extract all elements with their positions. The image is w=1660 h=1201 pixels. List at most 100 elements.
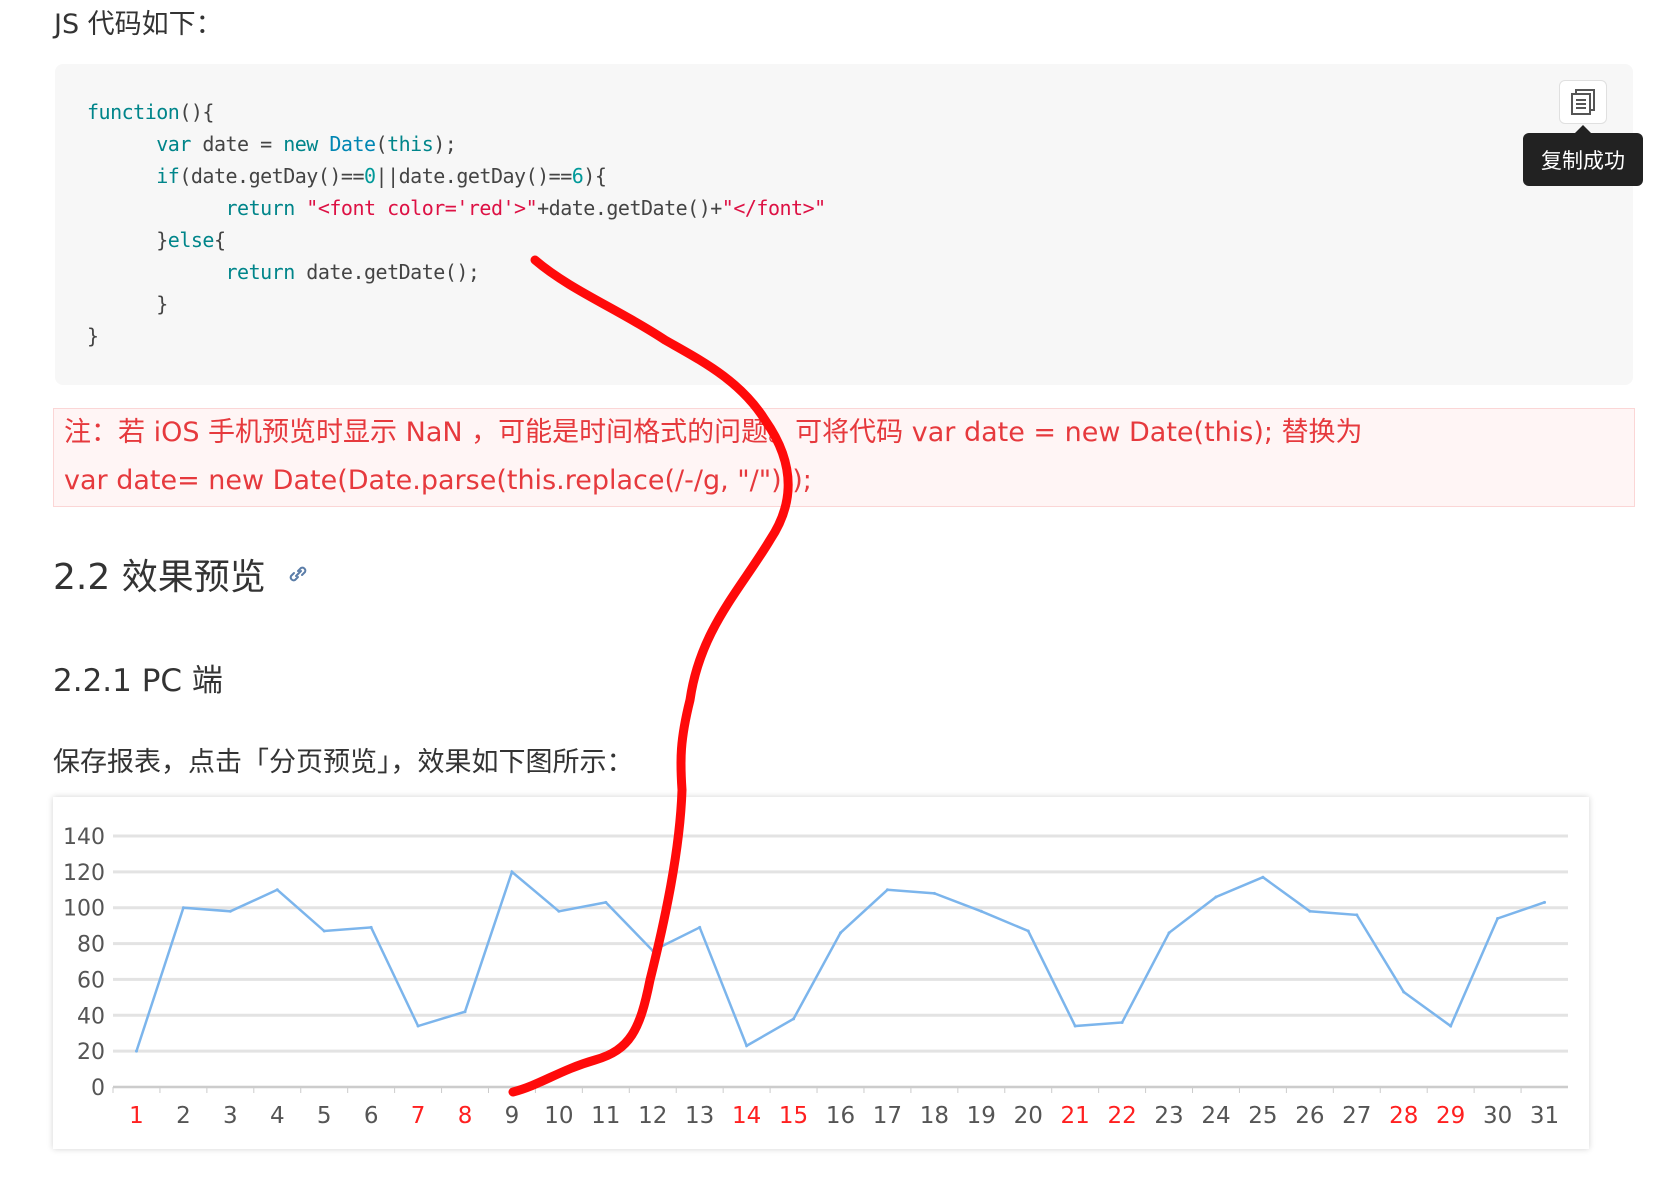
data-point	[1449, 1024, 1453, 1028]
x-tick-label: 13	[685, 1103, 714, 1129]
x-tick-label: 27	[1342, 1103, 1371, 1129]
x-tick-label: 28	[1389, 1103, 1418, 1129]
data-point	[322, 929, 326, 933]
note-line-2: var date= new Date(Date.parse(this.repla…	[64, 465, 812, 496]
anchor-link-icon[interactable]	[286, 562, 310, 586]
x-tick-label: 22	[1107, 1103, 1136, 1129]
code-token: +date.getDate()+	[537, 196, 722, 220]
x-tick-label: 24	[1201, 1103, 1230, 1129]
code-token: return	[225, 196, 296, 220]
section-heading: 2.2 效果预览	[53, 548, 310, 600]
x-tick-label: 2	[176, 1103, 191, 1129]
code-token: this	[387, 132, 434, 156]
x-tick-label: 23	[1154, 1103, 1183, 1129]
code-line: if(date.getDay()==0||date.getDay()==6){	[87, 160, 826, 192]
data-point	[1167, 931, 1171, 935]
section-intro-text: JS 代码如下：	[54, 9, 223, 40]
data-point	[1402, 990, 1406, 994]
y-tick-label: 100	[63, 897, 105, 922]
x-tick-label: 29	[1436, 1103, 1465, 1129]
code-content: function(){ var date = new Date(this); i…	[87, 96, 826, 352]
x-tick-label: 21	[1061, 1103, 1090, 1129]
code-token: 6	[571, 164, 584, 188]
x-tick-label: 10	[544, 1103, 573, 1129]
code-line: }	[87, 288, 826, 320]
code-token: (date.getDay()==	[179, 164, 364, 188]
x-tick-label: 5	[317, 1103, 332, 1129]
x-tick-label: 1	[129, 1103, 144, 1129]
copy-button[interactable]	[1559, 80, 1607, 124]
data-point	[1026, 929, 1030, 933]
data-point	[275, 888, 279, 892]
code-line: }	[87, 320, 826, 352]
data-point	[932, 891, 936, 895]
data-point	[1543, 900, 1547, 904]
y-tick-label: 120	[63, 861, 105, 886]
chart-canvas: 0204060801001201401 2 3 4 5 6 7 8 9 10 11 12 13 14 15 1…	[63, 825, 1568, 1129]
x-tick-label: 20	[1014, 1103, 1043, 1129]
code-token: Date	[329, 132, 376, 156]
y-tick-label: 0	[91, 1076, 105, 1101]
x-tick-label: 8	[458, 1103, 473, 1129]
data-point	[1355, 913, 1359, 917]
code-line: return "<font color='red'>"+date.getDate…	[87, 192, 827, 224]
copy-success-tooltip: 复制成功	[1523, 125, 1643, 186]
code-token: }	[87, 324, 99, 348]
code-token: var	[156, 132, 191, 156]
data-point	[463, 1010, 467, 1014]
data-point	[885, 888, 889, 892]
data-point	[604, 900, 608, 904]
x-tick-label: 31	[1530, 1103, 1559, 1129]
x-tick-label: 14	[732, 1103, 761, 1129]
code-token: 0	[364, 164, 376, 188]
code-token: ){	[583, 164, 607, 188]
heading-text: 2.2 效果预览	[53, 557, 266, 598]
data-point	[228, 909, 232, 913]
subsection-heading: 2.2.1 PC 端	[53, 663, 223, 699]
x-tick-label: 4	[270, 1103, 285, 1129]
data-point	[181, 906, 185, 910]
line-chart: 0 20 40 60 80 100 120 140 1 2 3 4 5 6 7 8 9 10 11 12 13 14 15 1…	[53, 797, 1589, 1149]
code-token: {	[213, 228, 226, 252]
data-point	[745, 1044, 749, 1048]
x-tick-label: 17	[873, 1103, 902, 1129]
note-line-1: 注：若 iOS 手机预览时显示 NaN ，可能是时间格式的问题。可将代码 var…	[64, 417, 1363, 448]
x-tick-label: 3	[223, 1103, 238, 1129]
data-point	[134, 1049, 138, 1053]
y-tick-label: 80	[77, 933, 105, 958]
x-tick-label: 18	[920, 1103, 949, 1129]
data-point	[698, 925, 702, 929]
data-point	[979, 909, 983, 913]
code-token: if	[156, 164, 180, 188]
x-tick-label: 9	[505, 1103, 520, 1129]
data-point	[1073, 1024, 1077, 1028]
data-point	[839, 931, 842, 935]
code-token: date =	[190, 132, 284, 156]
copy-icon	[1571, 89, 1595, 115]
code-token: (){	[179, 100, 214, 124]
x-tick-label: 19	[967, 1103, 996, 1129]
code-token: }	[87, 228, 168, 252]
data-point	[651, 949, 655, 953]
code-line: }else{	[87, 224, 826, 256]
x-tick-label: 11	[591, 1103, 620, 1129]
code-token: return	[225, 260, 296, 284]
code-token: (	[375, 132, 388, 156]
data-point	[1496, 916, 1500, 920]
x-tick-label: 12	[638, 1103, 667, 1129]
code-token: ||date.getDay()==	[375, 164, 573, 188]
data-point	[1261, 875, 1265, 879]
code-token: new	[283, 132, 318, 156]
data-point	[1120, 1020, 1124, 1024]
x-tick-label: 25	[1248, 1103, 1277, 1129]
x-tick-label: 16	[826, 1103, 855, 1129]
instruction-paragraph: 保存报表，点击「分页预览」，效果如下图所示：	[53, 747, 634, 778]
data-point	[1214, 895, 1218, 899]
y-tick-label: 60	[77, 968, 105, 993]
x-tick-label: 15	[779, 1103, 808, 1129]
